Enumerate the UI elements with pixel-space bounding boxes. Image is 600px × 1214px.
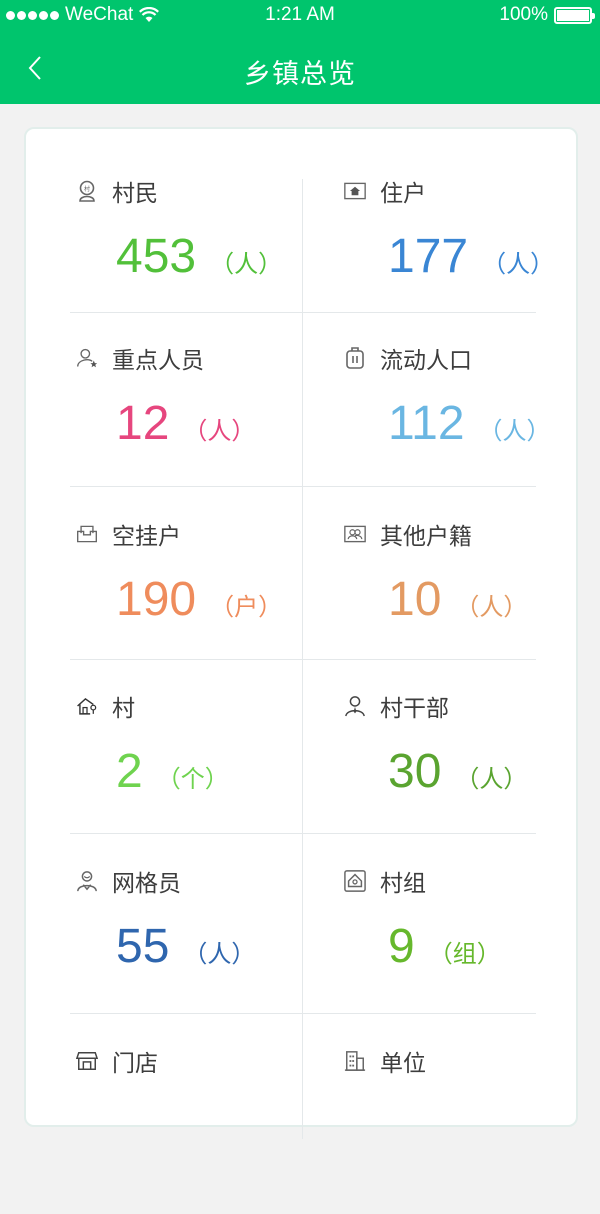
- stat-label: 村干部: [380, 696, 449, 722]
- overview-card: 村 村民 453 （人） 住户 177 （人） 重点人员 12 （人） 流动人口 112 （人） 空挂户 1…: [24, 127, 579, 1139]
- stat-label: 网格员: [112, 871, 181, 897]
- stat-cell[interactable]: 村 村民 453 （人）: [26, 174, 302, 344]
- stat-number: 190: [116, 573, 197, 626]
- grid-worker-icon: [76, 870, 98, 892]
- page-title: 乡镇总览: [244, 59, 356, 90]
- stat-unit: （人）: [455, 765, 528, 793]
- stat-cell[interactable]: 流动人口 112 （人）: [303, 341, 579, 511]
- stat-label: 住户: [380, 181, 426, 207]
- stat-cell[interactable]: 空挂户 190 （户）: [26, 517, 302, 687]
- stat-header: 单位: [344, 1044, 426, 1078]
- person-tie-icon: [344, 695, 366, 717]
- stat-number: 112: [388, 397, 465, 450]
- villager-badge-icon: 村: [76, 180, 98, 202]
- stat-cell[interactable]: 重点人员 12 （人）: [26, 341, 302, 511]
- stat-header: 住户: [344, 174, 426, 208]
- stat-unit: （组）: [428, 940, 501, 968]
- svg-text:村: 村: [84, 185, 90, 193]
- stat-value-group: 9 （组）: [388, 919, 501, 974]
- battery-group: 100%: [499, 4, 595, 26]
- house-box-icon: [344, 180, 366, 202]
- stat-unit: （人）: [210, 250, 283, 278]
- stat-value-group: 190 （户）: [116, 572, 282, 627]
- stat-number: 2: [116, 745, 143, 798]
- stat-unit: （人）: [455, 593, 528, 621]
- stat-cell[interactable]: 网格员 55 （人）: [26, 864, 302, 1034]
- stat-label: 流动人口: [380, 348, 472, 374]
- stat-cell[interactable]: 村干部 30 （人）: [303, 689, 579, 859]
- stat-label: 重点人员: [112, 348, 204, 374]
- stat-unit: （户）: [210, 593, 283, 621]
- status-bar: WeChat 1:21 AM 100%: [0, 0, 600, 32]
- stat-number: 453: [116, 230, 197, 283]
- inbox-tray-icon: [76, 523, 98, 545]
- home-box-icon: [344, 870, 366, 892]
- stat-value-group: 55 （人）: [116, 919, 255, 974]
- stat-header: 村 村民: [76, 174, 158, 208]
- stat-header: 网格员: [76, 864, 181, 898]
- stat-number: 177: [388, 230, 469, 283]
- stat-cell[interactable]: 村 2 （个）: [26, 689, 302, 859]
- stat-value-group: 112 （人）: [388, 396, 551, 451]
- stat-number: 55: [116, 920, 170, 973]
- stat-header: 门店: [76, 1044, 158, 1078]
- stat-unit: （人）: [183, 940, 256, 968]
- stat-value-group: 453 （人）: [116, 229, 282, 284]
- stat-header: 流动人口: [344, 341, 472, 375]
- stat-header: 村组: [344, 864, 426, 898]
- stat-header: 空挂户: [76, 517, 181, 551]
- stat-number: 30: [388, 745, 442, 798]
- stat-label: 村: [112, 696, 135, 722]
- nav-bar: 乡镇总览: [0, 32, 600, 104]
- stat-label: 空挂户: [112, 524, 181, 550]
- group-card-icon: [344, 523, 366, 545]
- stat-value-group: 10 （人）: [388, 572, 527, 627]
- stat-cell[interactable]: 住户 177 （人）: [303, 174, 579, 344]
- stat-number: 12: [116, 397, 170, 450]
- stat-header: 重点人员: [76, 341, 204, 375]
- stat-label: 村组: [380, 871, 426, 897]
- stat-value-group: 2 （个）: [116, 744, 229, 799]
- stat-header: 其他户籍: [344, 517, 472, 551]
- stat-number: 9: [388, 920, 415, 973]
- stat-unit: （个）: [156, 765, 229, 793]
- stat-cell[interactable]: 其他户籍 10 （人）: [303, 517, 579, 687]
- suitcase-icon: [344, 347, 366, 369]
- stat-value-group: 12 （人）: [116, 396, 255, 451]
- battery-percent: 100%: [499, 4, 548, 25]
- building-icon: [344, 1050, 366, 1072]
- stat-cell[interactable]: 村组 9 （组）: [303, 864, 579, 1034]
- storefront-icon: [76, 1050, 98, 1072]
- battery-icon: [554, 6, 595, 24]
- stat-cell[interactable]: 门店: [26, 1044, 302, 1214]
- stat-label: 其他户籍: [380, 524, 472, 550]
- stat-number: 10: [388, 573, 442, 626]
- stat-unit: （人）: [478, 417, 551, 445]
- village-house-icon: [76, 695, 98, 717]
- stat-header: 村干部: [344, 689, 449, 723]
- stat-cell[interactable]: 单位: [303, 1044, 579, 1214]
- stat-label: 村民: [112, 181, 158, 207]
- stat-value-group: 177 （人）: [388, 229, 554, 284]
- stat-unit: （人）: [482, 250, 555, 278]
- stat-label: 门店: [112, 1051, 158, 1077]
- person-star-icon: [76, 347, 98, 369]
- stat-value-group: 30 （人）: [388, 744, 527, 799]
- stat-unit: （人）: [183, 417, 256, 445]
- stat-label: 单位: [380, 1051, 426, 1077]
- stat-header: 村: [76, 689, 135, 723]
